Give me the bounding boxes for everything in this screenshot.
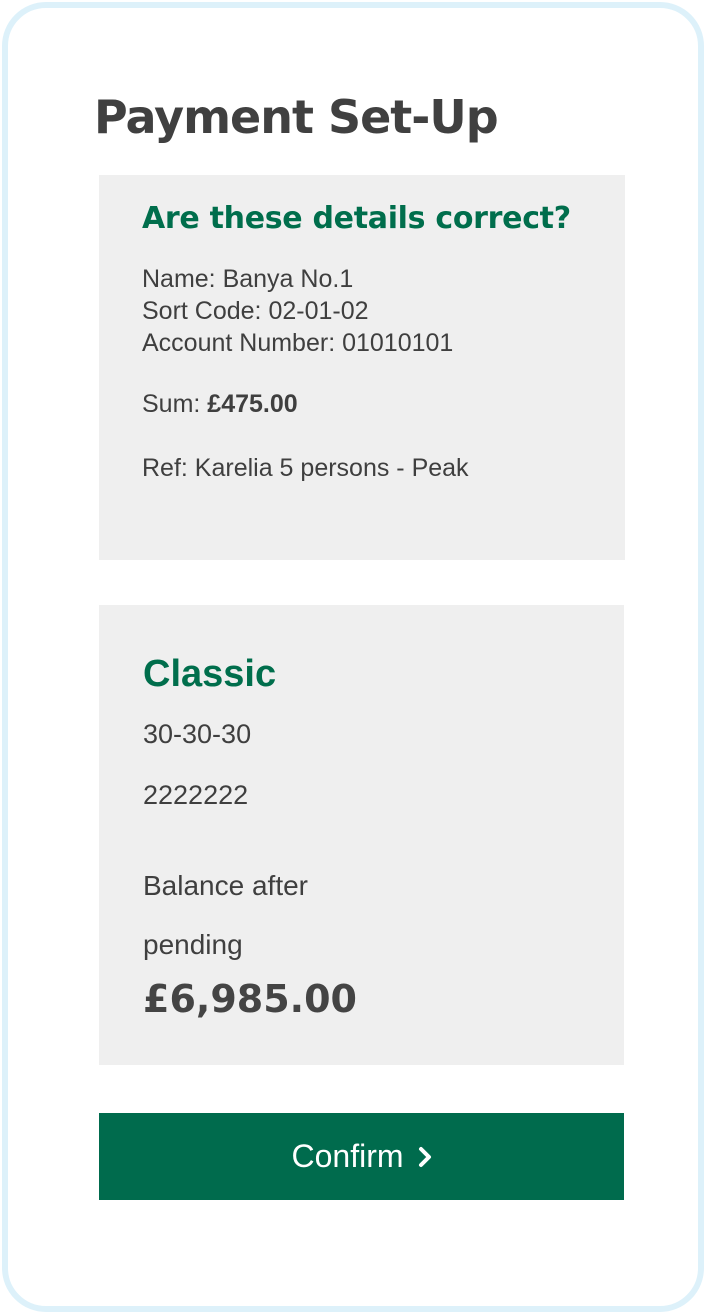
account-sort-code: 30-30-30 — [143, 719, 252, 749]
payment-sum: Sum: £475.00 — [142, 390, 298, 419]
sum-value: £475.00 — [207, 390, 298, 418]
payment-details-card: Are these details correct? Name: Banya N… — [99, 175, 625, 560]
account-name: Classic — [143, 653, 277, 695]
payee-details: Name: Banya No.1 Sort Code: 02-01-02 Acc… — [142, 263, 453, 359]
payee-account-number: Account Number: 01010101 — [142, 329, 454, 357]
payee-sort-code: Sort Code: 02-01-02 — [142, 297, 369, 325]
sum-label: Sum: — [142, 390, 208, 418]
payee-name: Name: Banya No.1 — [142, 265, 354, 293]
payment-reference: Ref: Karelia 5 persons - Peak — [142, 454, 469, 482]
source-account-card[interactable]: Classic 30-30-30 2222222 Balance after p… — [99, 605, 624, 1065]
balance-value: £6,985.00 — [143, 977, 357, 1021]
phone-frame: Payment Set-Up Are these details correct… — [2, 2, 704, 1312]
confirm-label: Confirm — [291, 1138, 404, 1174]
balance-label: Balance after pending — [143, 870, 308, 960]
account-number: 2222222 — [143, 780, 249, 810]
details-heading: Are these details correct? — [142, 201, 571, 236]
confirm-button[interactable]: Confirm — [99, 1113, 624, 1200]
chevron-right-icon — [418, 1146, 431, 1167]
page-title: Payment Set-Up — [94, 90, 499, 144]
